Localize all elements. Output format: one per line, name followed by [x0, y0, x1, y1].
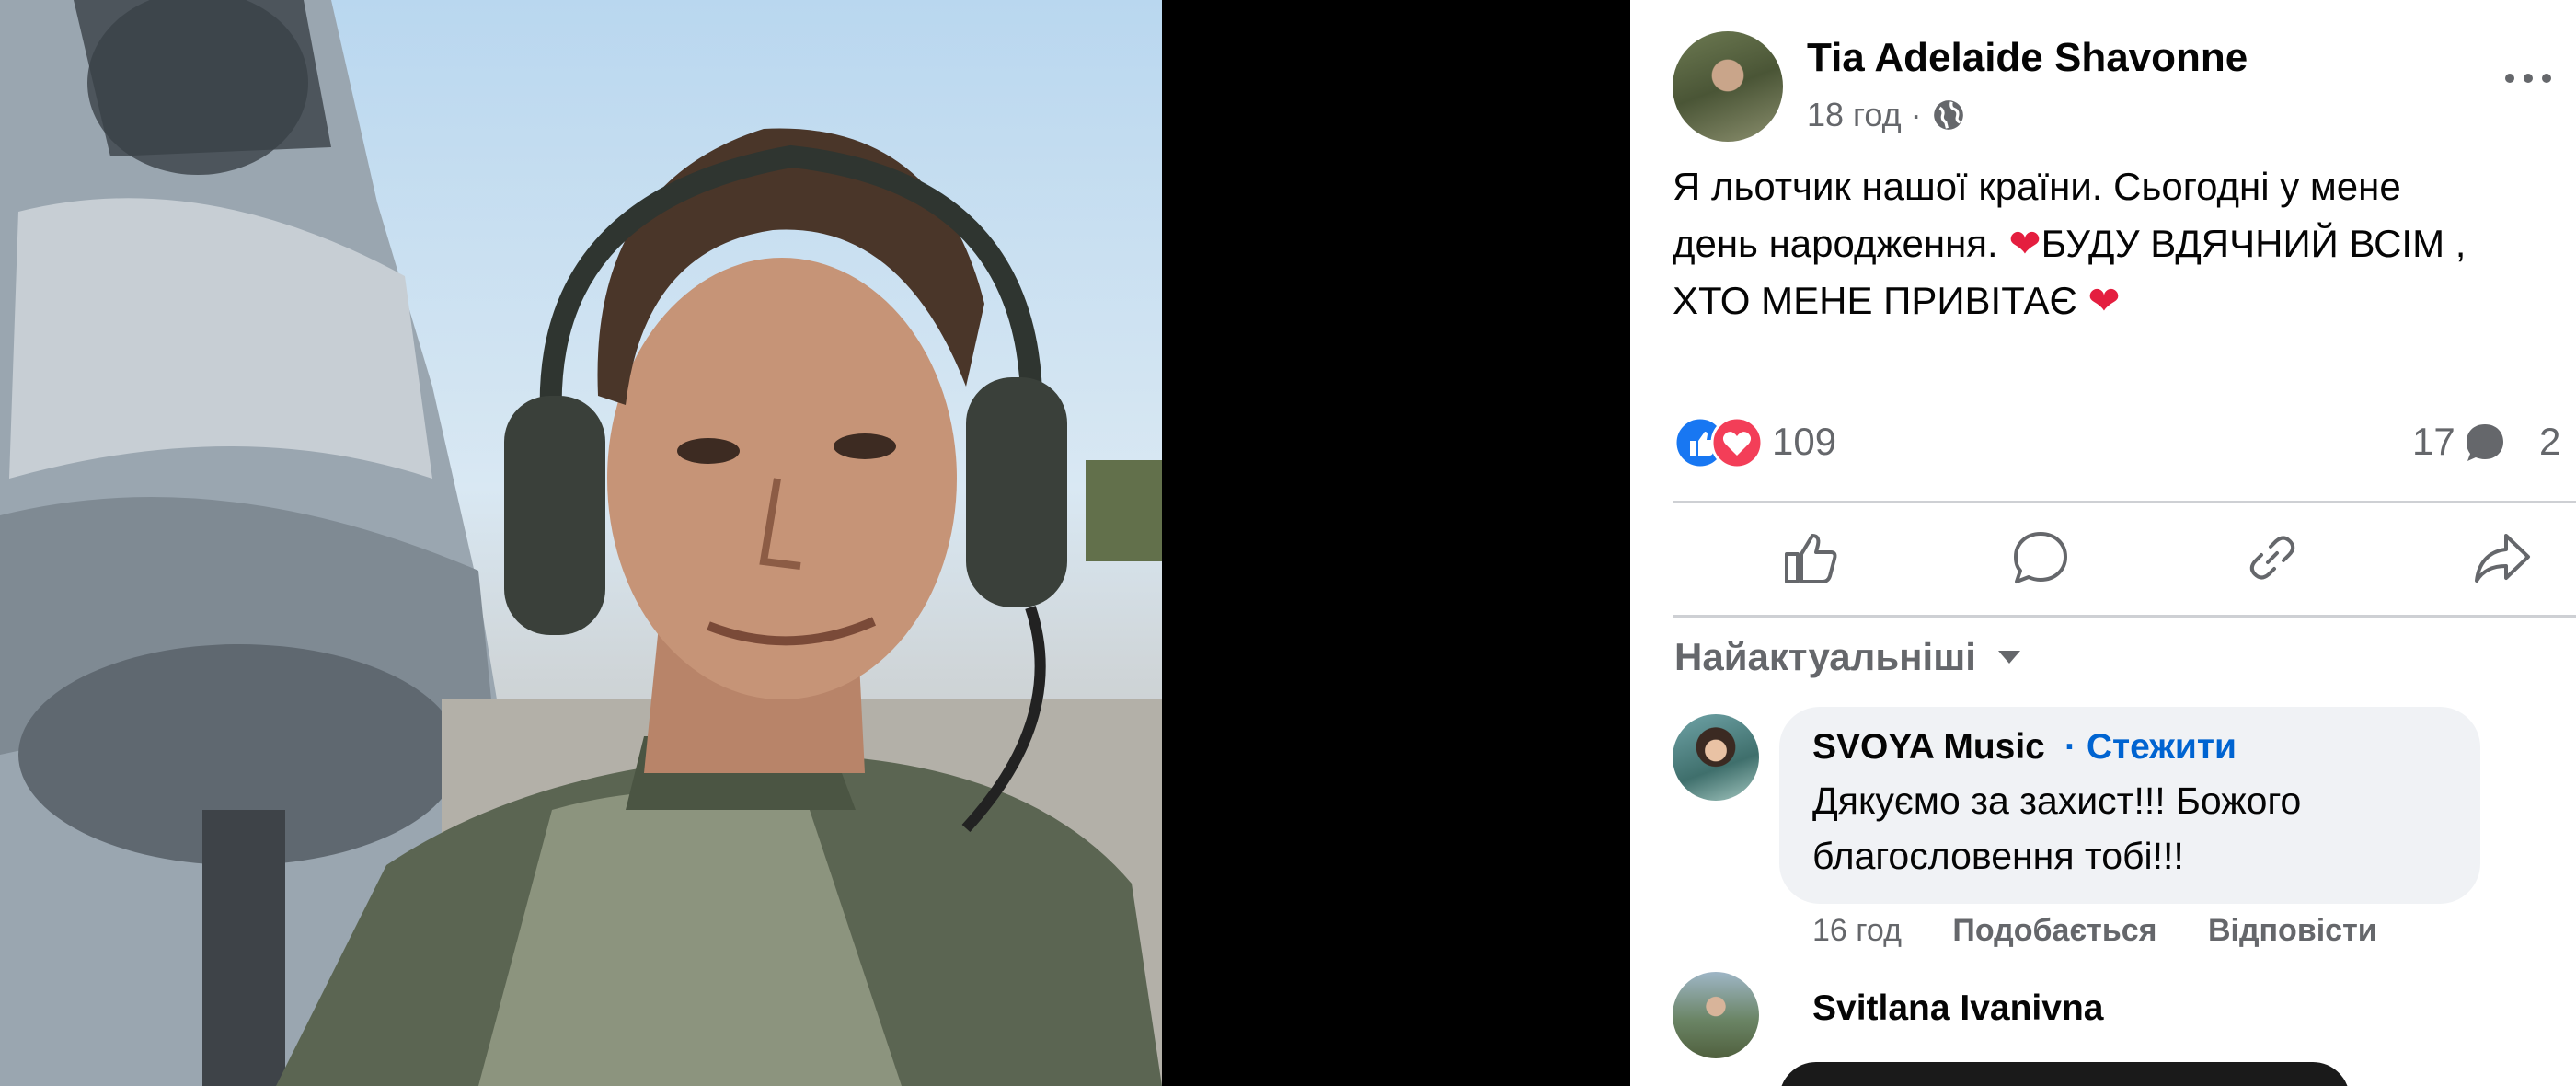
- comment-media-preview[interactable]: [1779, 1062, 2350, 1086]
- comment-text: Дякуємо за захист!!! Божого благословенн…: [1812, 773, 2456, 884]
- comment-time[interactable]: 16 год: [1812, 913, 1902, 949]
- globe-icon: [1933, 100, 1963, 130]
- sort-label: Найактуальніші: [1674, 635, 1976, 678]
- heart-icon: ❤: [2087, 279, 2121, 322]
- comment-actions: 16 год Подобається Відповісти: [1812, 913, 2377, 949]
- post-text-line-3a: ХТО МЕНЕ ПРИВІТАЄ: [1673, 279, 2088, 322]
- like-icon: [1785, 534, 1837, 583]
- comment-reply-button[interactable]: Відповісти: [2208, 913, 2377, 949]
- author-avatar[interactable]: [1673, 31, 1783, 142]
- post-meta: 18 год ·: [1807, 96, 1966, 134]
- meta-separator: ·: [1910, 96, 1922, 133]
- comment-author[interactable]: SVOYA Music: [1812, 727, 2045, 768]
- comment-text-line-1: Дякуємо за захист!!! Божого: [1812, 780, 2302, 822]
- comment-text-line-2: благословення тобі!!!: [1812, 835, 2184, 877]
- reaction-count[interactable]: 109: [1772, 420, 1836, 464]
- post-text-line-2a: день народження.: [1673, 222, 2009, 265]
- post-text: Я льотчик нашої країни. Сьогодні у мене …: [1673, 158, 2556, 329]
- reactions-summary: 109 17 2: [1673, 416, 2576, 471]
- divider: [1673, 615, 2576, 618]
- caret-down-icon: [1997, 651, 2020, 664]
- divider: [1673, 501, 2576, 503]
- share-button[interactable]: [2466, 521, 2539, 595]
- comments-sort-dropdown[interactable]: Найактуальніші: [1674, 635, 2022, 679]
- comments-count[interactable]: 17: [2412, 420, 2455, 464]
- comment-count-icon: [2467, 424, 2503, 461]
- comment-author[interactable]: Svitlana Ivanivna: [1812, 988, 2103, 1029]
- copy-link-button[interactable]: [2236, 521, 2309, 595]
- comment-like-button[interactable]: Подобається: [1952, 913, 2156, 949]
- post-photo[interactable]: [0, 0, 1162, 1086]
- like-button[interactable]: [1774, 521, 1847, 595]
- post-time[interactable]: 18 год: [1807, 96, 1902, 134]
- reaction-icons[interactable]: [1673, 416, 1765, 469]
- commenter-avatar[interactable]: [1673, 714, 1759, 801]
- post-panel: Tia Adelaide Shavonne 18 год · Я льотчик…: [1630, 0, 2576, 1086]
- comment-button[interactable]: [2004, 521, 2077, 595]
- heart-icon: ❤: [2008, 222, 2041, 265]
- commenter-avatar[interactable]: [1673, 972, 1759, 1058]
- follow-link[interactable]: · Стежити: [2064, 727, 2237, 768]
- share-icon: [2475, 534, 2530, 583]
- shares-count[interactable]: 2: [2539, 420, 2560, 464]
- post-text-line-1: Я льотчик нашої країни. Сьогодні у мене: [1673, 165, 2401, 208]
- more-options-icon[interactable]: [2501, 64, 2556, 92]
- post-text-line-2b: БУДУ ВДЯЧНИЙ ВСІМ ,: [2041, 222, 2467, 265]
- post-author-name[interactable]: Tia Adelaide Shavonne: [1807, 35, 2248, 81]
- pilot-jet-image: [0, 0, 1162, 1086]
- comment-icon: [2014, 532, 2067, 583]
- link-icon: [2249, 536, 2295, 580]
